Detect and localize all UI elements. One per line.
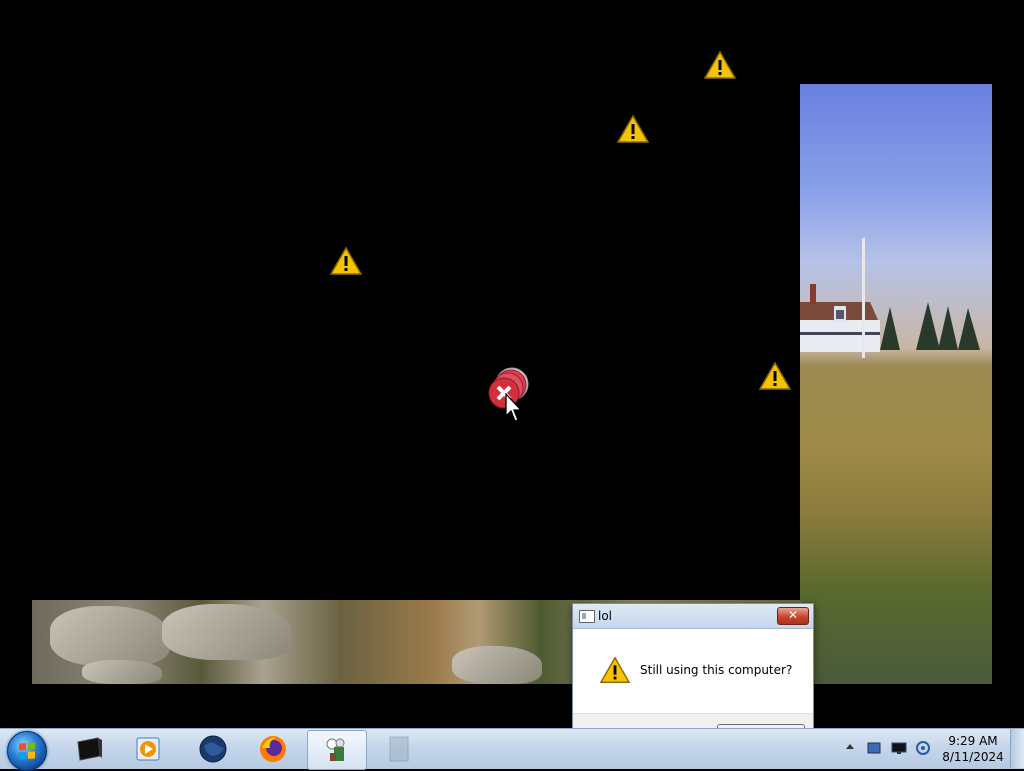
taskbar-item-media-player[interactable] [120,730,178,768]
show-desktop-button[interactable] [1010,729,1024,768]
trees-image [880,302,980,350]
media-player-icon [136,737,160,761]
warning-triangle-icon [703,50,737,80]
warning-triangle-icon [329,246,363,276]
warning-triangle-icon [599,656,631,683]
taskbar-item-blank-app[interactable] [370,730,428,768]
dialog-title: lol [598,609,613,623]
dialog-titlebar[interactable]: lol ✕ [573,604,813,629]
clock-time: 9:29 AM [948,734,998,748]
terminal-icon [77,737,102,761]
window-icon [389,736,409,762]
network-icon[interactable] [866,740,882,756]
taskbar-item-firefox[interactable] [244,730,302,768]
app-icon [326,738,345,761]
taskbar-item-running-app[interactable] [307,730,367,770]
clock-date: 8/11/2024 [942,750,1004,764]
taskbar-item-globe[interactable] [184,730,242,768]
mouse-cursor-icon [505,393,523,422]
window-icon [579,610,595,623]
clock[interactable]: 9:29 AM 8/11/2024 [940,733,1006,765]
display-icon[interactable] [891,740,907,756]
firefox-icon [260,736,286,762]
show-hidden-icons-button[interactable] [846,744,854,749]
taskbar-item-terminal[interactable] [60,730,118,768]
warning-triangle-icon [758,361,792,391]
wallpaper-fragment-right [800,84,992,684]
message-dialog: lol ✕ Still using this computer? [572,603,814,748]
warning-triangle-icon [616,114,650,144]
house-image [800,284,880,352]
dialog-message: Still using this computer? [640,663,793,677]
start-button[interactable] [7,731,47,771]
dialog-body: Still using this computer? [573,629,813,713]
close-button[interactable]: ✕ [777,607,809,625]
globe-icon [199,735,227,763]
volume-icon[interactable] [915,740,931,756]
